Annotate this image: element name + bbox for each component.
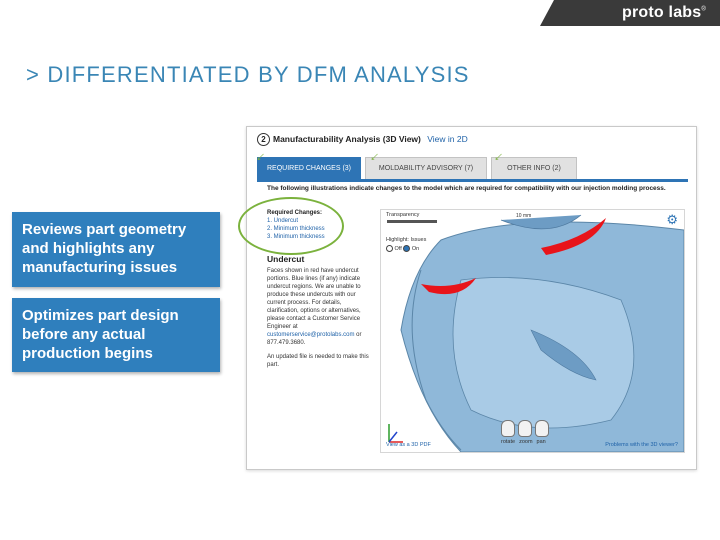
analysis-header: 2 Manufacturability Analysis (3D View) Vi… (257, 133, 468, 146)
zoom-mouse-icon (518, 420, 532, 437)
required-changes-highlight-ring (238, 197, 344, 255)
zoom-label: zoom (519, 439, 533, 445)
3d-viewer[interactable]: Transparency Highlight: Issues Off On 10… (380, 209, 685, 453)
callout-review-geometry: Reviews part geometry and highlights any… (12, 212, 220, 287)
tab-required-changes[interactable]: REQUIRED CHANGES (3) (257, 157, 361, 179)
dfm-screenshot: 2 Manufacturability Analysis (3D View) Vi… (246, 126, 697, 470)
tab-moldability-advisory[interactable]: MOLDABILITY ADVISORY (7) (365, 157, 487, 179)
highlight-on-radio[interactable] (403, 245, 411, 253)
tab-underline (257, 179, 688, 182)
highlight-controls: Highlight: Issues Off On (386, 236, 426, 254)
customer-service-email[interactable]: customerservice@protolabs.com (267, 332, 354, 338)
view-in-2d-link[interactable]: View in 2D (427, 134, 467, 144)
part-model-render (388, 214, 684, 452)
rotate-mouse-icon (501, 420, 515, 437)
mouse-controls: rotate zoom pan (501, 420, 552, 445)
highlight-on-label: On (411, 246, 420, 252)
gear-icon[interactable]: ⚙ (666, 212, 678, 228)
viewer-problems-link[interactable]: Problems with the 3D viewer? (605, 442, 678, 448)
intro-text: The following illustrations indicate cha… (267, 185, 666, 192)
rotate-label: rotate (501, 439, 516, 445)
analysis-title: Manufacturability Analysis (273, 134, 381, 144)
callout-optimize-design: Optimizes part design before any actual … (12, 298, 220, 372)
brand-bar: proto labs® (540, 0, 720, 26)
slide-title: > DIFFERENTIATED BY DFM ANALYSIS (26, 62, 470, 87)
highlight-off-label: Off (394, 246, 402, 252)
undercut-heading: Undercut (267, 254, 305, 264)
transparency-label: Transparency (386, 212, 420, 218)
view-3d-pdf-link[interactable]: View as a 3D PDF (386, 442, 431, 448)
step-number: 2 (257, 133, 270, 146)
pan-label: pan (536, 439, 546, 445)
analysis-subtitle: (3D View) (382, 134, 421, 144)
updated-file-note: An updated file is needed to make this p… (267, 354, 369, 368)
highlight-off-radio[interactable] (386, 245, 393, 253)
highlight-label: Highlight: Issues (386, 237, 427, 243)
pan-mouse-icon (535, 420, 549, 437)
tab-other-info[interactable]: OTHER INFO (2) (491, 157, 577, 179)
scale-label: 10 mm (516, 213, 532, 219)
transparency-slider[interactable] (387, 220, 437, 223)
undercut-description: Faces shown in red have undercut portion… (267, 268, 361, 330)
proto-labs-logo: proto labs® (622, 4, 706, 21)
